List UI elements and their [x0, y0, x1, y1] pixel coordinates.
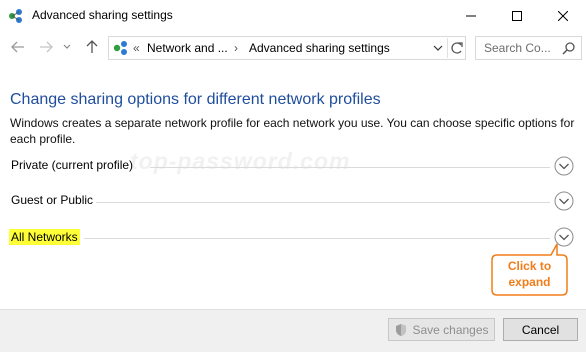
- breadcrumb-overflow[interactable]: «: [133, 41, 140, 55]
- divider: [150, 167, 550, 168]
- section-guest-public[interactable]: Guest or Public: [10, 191, 582, 213]
- cancel-button[interactable]: Cancel: [503, 318, 578, 341]
- minimize-button[interactable]: [448, 0, 494, 31]
- window-title: Advanced sharing settings: [32, 8, 173, 22]
- up-button[interactable]: [80, 35, 104, 59]
- page-description: Windows creates a separate network profi…: [10, 116, 575, 146]
- refresh-button[interactable]: [447, 38, 466, 58]
- chevron-down-icon: [63, 44, 71, 49]
- section-label-highlighted: All Networks: [9, 229, 80, 245]
- shield-icon: [396, 323, 407, 336]
- chevron-down-icon: [433, 45, 443, 51]
- close-icon: [558, 10, 568, 21]
- address-dropdown-button[interactable]: [431, 40, 445, 56]
- section-label: Guest or Public: [11, 193, 94, 207]
- divider: [84, 238, 550, 239]
- recent-locations-button[interactable]: [58, 35, 76, 59]
- cancel-label: Cancel: [521, 322, 560, 337]
- close-button[interactable]: [540, 0, 586, 31]
- footer: Save changes Cancel: [0, 309, 586, 352]
- callout-line-2: expand: [508, 275, 551, 289]
- breadcrumb-network[interactable]: Network and ...: [147, 41, 228, 55]
- maximize-icon: [512, 10, 522, 21]
- back-button[interactable]: [6, 35, 30, 59]
- network-icon: [113, 41, 127, 55]
- expand-chevron-icon[interactable]: [554, 191, 574, 211]
- expand-chevron-icon[interactable]: [554, 156, 574, 176]
- breadcrumb-advanced-sharing[interactable]: Advanced sharing settings: [249, 41, 390, 55]
- navigation-bar: « Network and ... › Advanced sharing set…: [0, 31, 586, 65]
- section-private[interactable]: Private (current profile): [10, 156, 582, 178]
- refresh-icon: [451, 42, 463, 54]
- callout-line-1: Click to: [507, 259, 552, 273]
- minimize-icon: [466, 15, 476, 16]
- search-icon[interactable]: [562, 41, 576, 55]
- title-bar: Advanced sharing settings: [0, 0, 586, 32]
- divider: [96, 202, 550, 203]
- section-label: Private (current profile): [11, 158, 134, 172]
- arrow-left-icon: [11, 41, 24, 53]
- page-title: Change sharing options for different net…: [10, 91, 381, 108]
- forward-button[interactable]: [34, 35, 58, 59]
- save-changes-button[interactable]: Save changes: [388, 318, 495, 341]
- search-input[interactable]: Search Co...: [484, 41, 551, 55]
- search-box[interactable]: Search Co...: [475, 36, 582, 60]
- network-icon: [9, 9, 22, 23]
- callout-click-to-expand: Click to expand: [491, 243, 568, 296]
- address-bar[interactable]: « Network and ... › Advanced sharing set…: [108, 36, 466, 60]
- maximize-button[interactable]: [494, 0, 540, 31]
- save-changes-label: Save changes: [412, 322, 489, 337]
- arrow-up-icon: [86, 40, 98, 53]
- arrow-right-icon: [40, 41, 53, 53]
- callout-text: Click to expand: [491, 258, 568, 290]
- breadcrumb-separator[interactable]: ›: [234, 41, 238, 55]
